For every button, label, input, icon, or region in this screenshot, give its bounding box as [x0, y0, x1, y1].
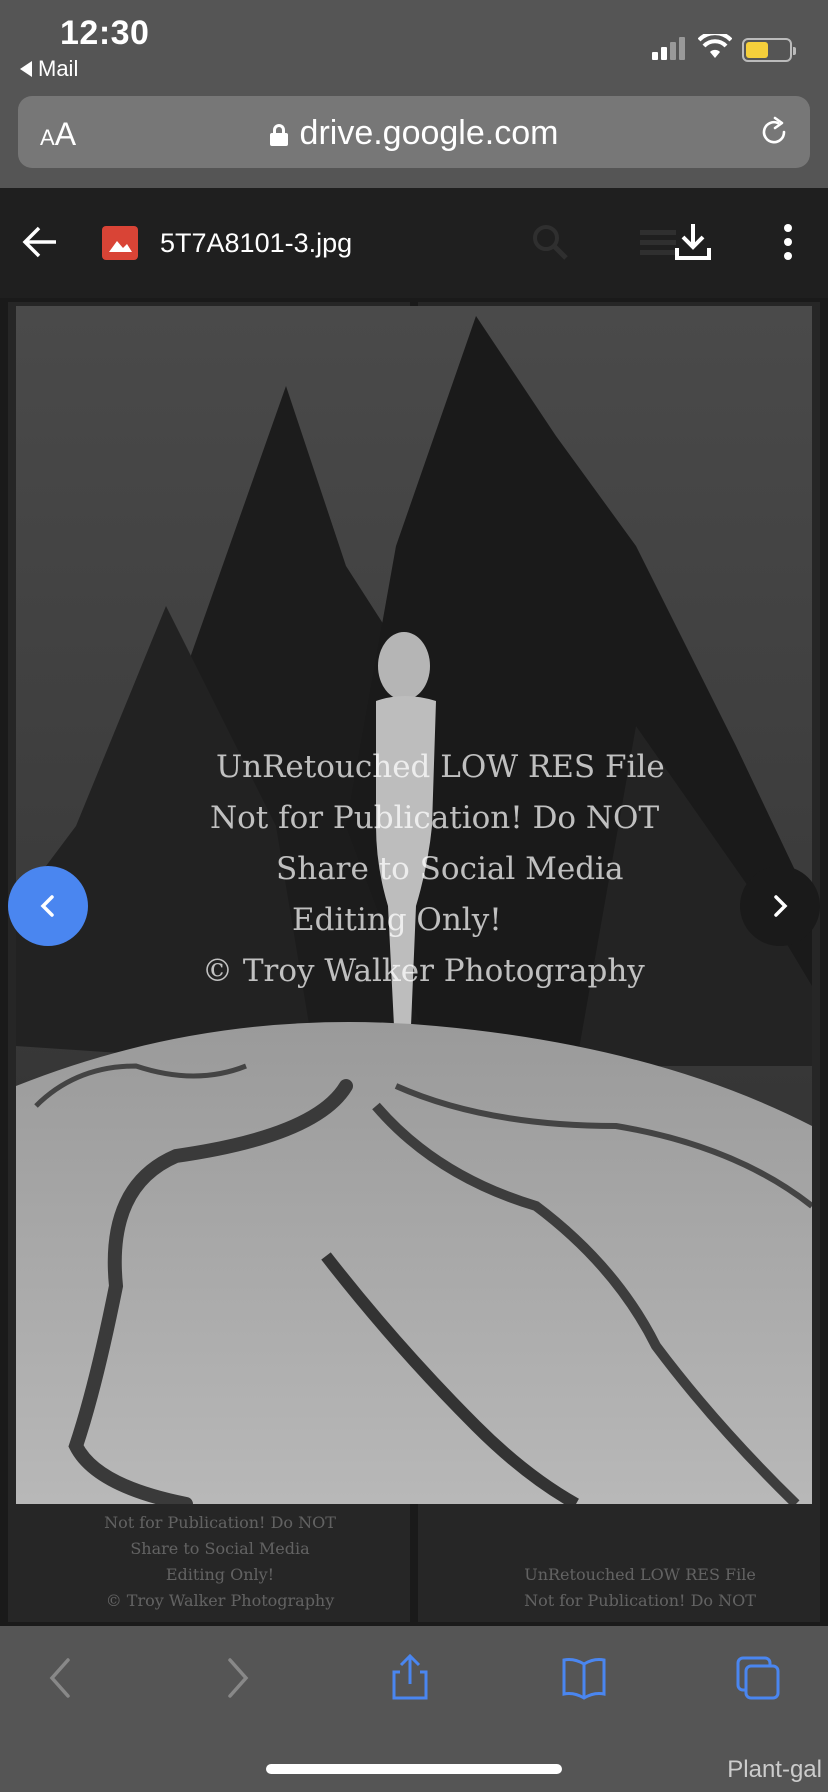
forward-icon[interactable]	[212, 1654, 260, 1702]
image-file-icon	[102, 226, 138, 260]
bookmarks-icon[interactable]	[560, 1654, 608, 1702]
back-icon[interactable]	[38, 1654, 86, 1702]
cellular-signal-icon	[652, 36, 688, 60]
image-preview[interactable]: UnRetouched LOW RES File Not for Publica…	[16, 306, 812, 1504]
share-icon[interactable]	[386, 1654, 434, 1702]
next-file-button[interactable]	[740, 866, 820, 946]
drive-viewer-toolbar: 5T7A8101-3.jpg	[0, 188, 828, 298]
more-options-icon[interactable]	[772, 222, 804, 262]
address-bar[interactable]: AA drive.google.com	[18, 96, 810, 168]
download-icon[interactable]	[672, 220, 714, 262]
thumbnail-watermark-right: UnRetouched LOW RES File Not for Publica…	[524, 1565, 756, 1610]
tabs-icon[interactable]	[734, 1654, 782, 1702]
status-bar: 12:30 Mail	[0, 0, 828, 96]
home-indicator	[266, 1764, 562, 1774]
thumbnail-watermark-left: Not for Publication! Do NOT Share to Soc…	[104, 1513, 336, 1610]
wifi-icon	[698, 34, 732, 58]
reload-icon[interactable]	[758, 116, 790, 148]
battery-icon	[742, 38, 796, 62]
back-app-label: Mail	[38, 56, 79, 81]
photo-watermark: UnRetouched LOW RES File Not for Publica…	[202, 742, 696, 997]
url-display[interactable]: drive.google.com	[18, 114, 810, 153]
list-view-icon	[640, 230, 676, 255]
url-text: drive.google.com	[299, 114, 559, 152]
file-name: 5T7A8101-3.jpg	[160, 228, 353, 258]
caption-text: Plant-gal	[727, 1756, 822, 1783]
back-arrow-icon[interactable]	[22, 224, 58, 260]
watermark-line: Not for Publication! Do NOT	[210, 800, 660, 836]
watermark-line: Editing Only!	[292, 902, 502, 938]
chevron-right-icon	[774, 895, 788, 917]
battery-level	[746, 42, 768, 58]
watermark-line: UnRetouched LOW RES File	[216, 749, 665, 785]
back-triangle-icon	[20, 61, 32, 77]
status-time: 12:30	[60, 14, 150, 52]
lock-icon	[269, 124, 288, 146]
previous-file-button[interactable]	[8, 866, 88, 946]
chevron-left-icon	[40, 895, 54, 917]
search-icon	[533, 225, 568, 260]
watermark-line: Share to Social Media	[276, 851, 624, 887]
watermark-line: © Troy Walker Photography	[202, 953, 645, 989]
back-to-mail-link[interactable]: Mail	[20, 56, 78, 82]
